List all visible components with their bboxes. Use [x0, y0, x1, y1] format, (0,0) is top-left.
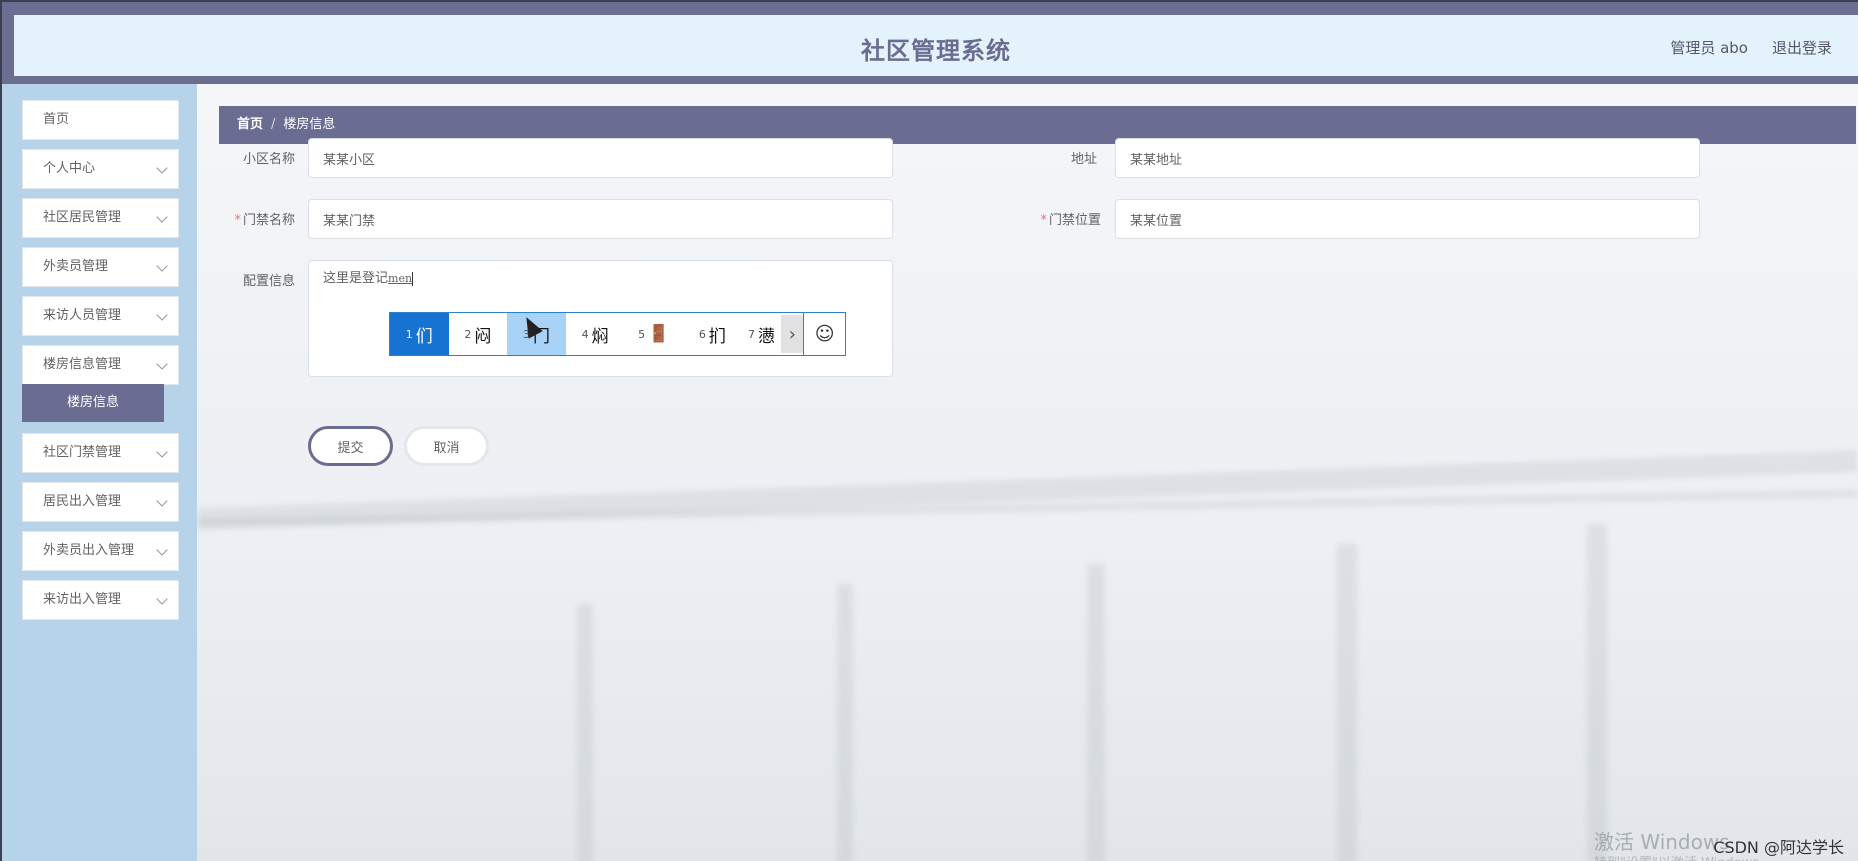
sidebar-item-residents[interactable]: 社区居民管理	[22, 198, 179, 238]
ime-candidate-2[interactable]: 2闷	[449, 313, 508, 355]
background-image	[1337, 544, 1357, 861]
ime-candidate-number: 7	[748, 327, 756, 341]
sidebar-item-label: 个人中心	[43, 161, 96, 176]
sidebar-item-label: 外卖员管理	[43, 259, 109, 274]
sidebar-item-label: 居民出入管理	[43, 494, 122, 509]
address-label: 地址	[1070, 152, 1097, 167]
text-caret	[412, 271, 414, 286]
community-name-label: 小区名称	[242, 152, 295, 167]
chevron-down-icon	[156, 593, 168, 605]
sidebar-item-label: 外卖员出入管理	[43, 543, 135, 558]
ime-candidate-number: 5	[638, 327, 646, 341]
ime-composition-text: men	[388, 272, 413, 285]
sidebar-item-home[interactable]: 首页	[22, 100, 179, 140]
ime-candidate-bar: 1们 2闷 3门 4焖 5 🚪 6扪 7懑 › ☺	[389, 312, 846, 356]
sidebar-item-label: 社区居民管理	[43, 210, 122, 225]
breadcrumb-separator: /	[271, 117, 276, 132]
submit-button[interactable]: 提交	[308, 426, 393, 466]
required-asterisk: *	[234, 213, 241, 228]
background-image	[577, 604, 593, 861]
background-image	[837, 584, 853, 861]
ime-candidate-4[interactable]: 4焖	[566, 313, 625, 355]
ime-candidate-1[interactable]: 1们	[390, 313, 449, 355]
community-name-input[interactable]	[308, 138, 893, 178]
sidebar-item-label: 社区门禁管理	[43, 445, 122, 460]
chevron-down-icon	[156, 446, 168, 458]
sidebar-item-label: 首页	[43, 112, 70, 127]
header-bar: 社区管理系统 管理员 abo 退出登录	[14, 15, 1858, 76]
config-info-text: 这里是登记	[323, 271, 389, 286]
sidebar-item-resident-access[interactable]: 居民出入管理	[22, 482, 179, 522]
emoji-icon[interactable]: ☺	[803, 313, 845, 355]
sidebar-subitem-building-info[interactable]: 楼房信息	[22, 384, 164, 422]
gate-name-label: * 门禁名称	[219, 209, 295, 228]
top-header: 社区管理系统 管理员 abo 退出登录	[2, 2, 1858, 84]
ime-candidate-text: 懑	[758, 326, 776, 347]
windows-activation-watermark: 激活 Windows	[1594, 830, 1730, 854]
config-info-label: 配置信息	[242, 274, 295, 289]
cancel-button[interactable]: 取消	[404, 426, 489, 466]
breadcrumb-home[interactable]: 首页	[237, 117, 263, 132]
sidebar-item-label: 来访人员管理	[43, 308, 122, 323]
chevron-down-icon	[156, 309, 168, 321]
ime-candidate-7[interactable]: 7懑	[742, 313, 782, 355]
gate-name-label-text: 门禁名称	[242, 213, 295, 228]
chevron-down-icon	[156, 544, 168, 556]
ime-candidate-5[interactable]: 5 🚪	[624, 313, 683, 355]
ime-candidate-6[interactable]: 6扪	[683, 313, 742, 355]
ime-candidate-number: 1	[405, 327, 413, 341]
sidebar-item-visitor-access[interactable]: 来访出入管理	[22, 580, 179, 620]
ime-candidate-number: 4	[581, 327, 589, 341]
required-asterisk: *	[1040, 213, 1047, 228]
address-input[interactable]	[1115, 138, 1700, 178]
app-title: 社区管理系统	[861, 37, 1011, 65]
admin-user-label[interactable]: 管理员 abo	[1670, 37, 1748, 58]
background-image	[1587, 524, 1607, 861]
gate-location-input[interactable]	[1115, 199, 1700, 239]
sidebar-item-personal-center[interactable]: 个人中心	[22, 149, 179, 189]
sidebar-item-buildings[interactable]: 楼房信息管理	[22, 345, 179, 385]
sidebar-item-label: 楼房信息管理	[43, 357, 122, 372]
app-window: 社区管理系统 管理员 abo 退出登录 首页 个人中心 社区居民管理 外卖员管理…	[2, 2, 1858, 861]
ime-candidate-text: 焖	[591, 326, 609, 347]
chevron-down-icon	[156, 358, 168, 370]
sidebar-item-courier-access[interactable]: 外卖员出入管理	[22, 531, 179, 571]
sidebar-item-couriers[interactable]: 外卖员管理	[22, 247, 179, 287]
chevron-down-icon	[156, 211, 168, 223]
ime-candidate-text: 扪	[708, 326, 726, 347]
sidebar-menu: 首页 个人中心 社区居民管理 外卖员管理 来访人员管理 楼房信息管理 楼房信息 …	[2, 84, 197, 861]
header-user-area: 管理员 abo 退出登录	[1670, 37, 1832, 58]
sidebar-item-visitors[interactable]: 来访人员管理	[22, 296, 179, 336]
ime-candidate-number: 2	[464, 327, 472, 341]
ime-candidate-number: 6	[698, 327, 706, 341]
chevron-down-icon	[156, 260, 168, 272]
gate-location-label-text: 门禁位置	[1048, 213, 1101, 228]
gate-location-label: * 门禁位置	[1023, 209, 1101, 228]
door-icon: 🚪	[648, 324, 670, 344]
chevron-down-icon	[156, 162, 168, 174]
sidebar-item-label: 来访出入管理	[43, 592, 122, 607]
csdn-watermark: CSDN @阿达学长	[1713, 838, 1844, 857]
ime-candidate-text: 闷	[474, 326, 492, 347]
sidebar-item-gate-control[interactable]: 社区门禁管理	[22, 433, 179, 473]
logout-link[interactable]: 退出登录	[1772, 37, 1832, 58]
chevron-down-icon	[156, 495, 168, 507]
chevron-right-icon[interactable]: ›	[781, 315, 804, 353]
background-image	[1087, 564, 1105, 861]
ime-candidate-text: 们	[415, 326, 433, 347]
breadcrumb-current: 楼房信息	[283, 117, 336, 132]
gate-name-input[interactable]	[308, 199, 893, 239]
main-content: 首页/楼房信息 小区名称 地址 *门禁名称 *门禁位置 配置信息 这里是登记me…	[197, 84, 1858, 861]
